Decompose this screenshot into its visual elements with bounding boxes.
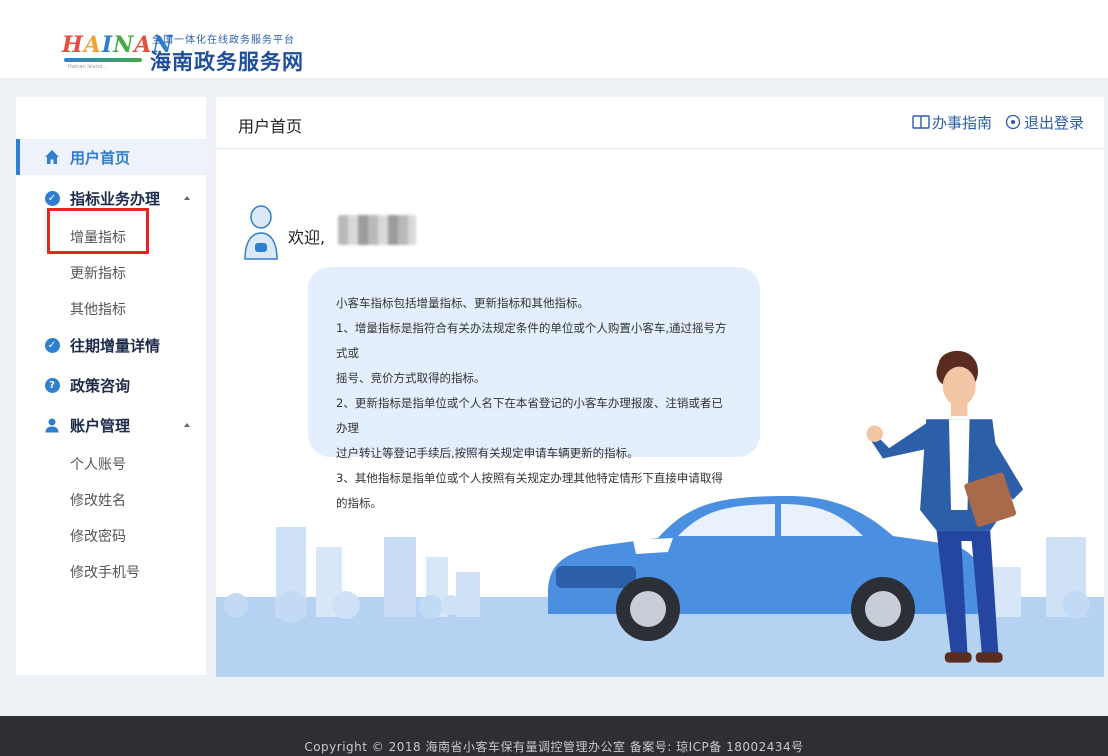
sidebar-subitem-change-name[interactable]: 修改姓名 — [70, 490, 126, 510]
info-line: 2、更新指标是指单位或个人名下在本省登记的小客车办理报废、注销或者已办理 — [336, 396, 723, 435]
home-icon — [44, 149, 60, 165]
sidebar-item-account[interactable]: 账户管理 — [16, 407, 206, 443]
sidebar-item-policy[interactable]: ? 政策咨询 — [16, 367, 206, 403]
book-icon — [912, 114, 930, 130]
sidebar-item-label: 账户管理 — [70, 416, 131, 435]
logout-icon — [1004, 114, 1022, 130]
site-subtitle: 全国一体化在线政务服务平台 — [152, 35, 295, 46]
check-circle-icon: ✓ — [44, 190, 60, 206]
welcome-text: 欢迎, — [288, 228, 326, 247]
info-line: 过户转让等登记手续后,按照有关规定申请车辆更新的指标。 — [336, 446, 639, 460]
sidebar-subitem-personal-account[interactable]: 个人账号 — [70, 454, 126, 474]
sidebar-subitem-other[interactable]: 其他指标 — [70, 299, 126, 319]
chevron-up-icon[interactable] — [184, 423, 190, 427]
question-circle-icon: ? — [44, 377, 60, 393]
hainan-logo[interactable]: HAINAN Hainan Island... — [62, 26, 172, 72]
page-title: 用户首页 — [238, 117, 303, 136]
site-footer: Copyright © 2018 海南省小客车保有量调控管理办公室 备案号: 琼… — [0, 716, 1108, 756]
site-header: HAINAN Hainan Island... 全国一体化在线政务服务平台 海南… — [0, 0, 1108, 78]
user-icon — [44, 417, 60, 433]
sidebar-item-label: 指标业务办理 — [70, 189, 161, 208]
sidebar-subitem-change-phone[interactable]: 修改手机号 — [70, 562, 140, 582]
check-circle-icon: ✓ — [44, 337, 60, 353]
avatar — [244, 205, 278, 260]
logout-link-label: 退出登录 — [1024, 113, 1085, 132]
blurred-username — [338, 215, 416, 245]
person-illustration — [866, 350, 1024, 663]
sidebar-item-past-details[interactable]: ✓ 往期增量详情 — [16, 327, 206, 363]
logo-swoosh — [64, 58, 142, 62]
chevron-up-icon[interactable] — [184, 196, 190, 200]
main-header: 用户首页 办事指南 退出登录 — [216, 97, 1104, 149]
info-line: 1、增量指标是指符合有关办法规定条件的单位或个人购置小客车,通过摇号方式或 — [336, 321, 727, 360]
info-line: 摇号、竞价方式取得的指标。 — [336, 371, 486, 385]
sidebar-item-label: 往期增量详情 — [70, 336, 161, 355]
site-title: 海南政务服务网 — [150, 50, 304, 74]
guide-link-label: 办事指南 — [932, 113, 993, 132]
sidebar-item-user-home[interactable]: 用户首页 — [16, 139, 206, 175]
logout-link[interactable]: 退出登录 — [1004, 112, 1084, 132]
guide-link[interactable]: 办事指南 — [912, 112, 992, 132]
sidebar-item-label: 用户首页 — [70, 148, 131, 167]
main-panel: 用户首页 办事指南 退出登录 欢迎, 小客车指标包括增量指标、更新指标和其他指标… — [216, 97, 1104, 677]
sidebar-item-label: 政策咨询 — [70, 376, 131, 395]
info-bubble: 小客车指标包括增量指标、更新指标和其他指标。 1、增量指标是指符合有关办法规定条… — [308, 267, 760, 510]
highlight-annotation — [47, 208, 149, 254]
logo-subtext: Hainan Island... — [68, 64, 107, 70]
sidebar-subitem-change-password[interactable]: 修改密码 — [70, 526, 126, 546]
sidebar: 用户首页 ✓ 指标业务办理 增量指标 更新指标 其他指标 ✓ 往期增量详情 ? … — [16, 97, 206, 675]
footer-copyright: Copyright © 2018 海南省小客车保有量调控管理办公室 备案号: 琼… — [304, 740, 804, 754]
info-line: 小客车指标包括增量指标、更新指标和其他指标。 — [336, 296, 589, 310]
sidebar-subitem-update[interactable]: 更新指标 — [70, 263, 126, 283]
